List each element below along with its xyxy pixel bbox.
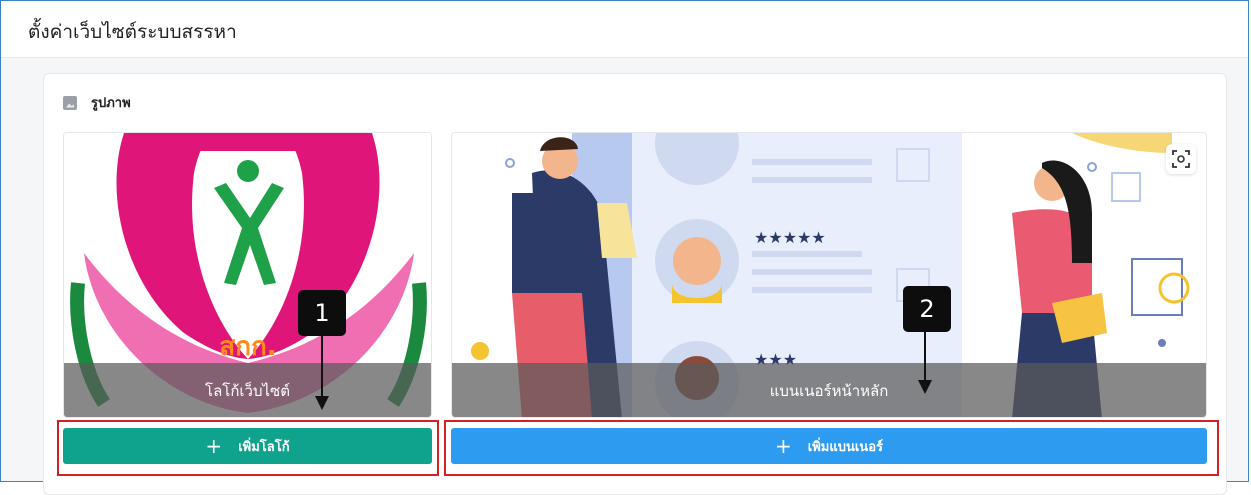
callout-1: 1 xyxy=(298,290,346,336)
arrowhead-2 xyxy=(918,380,932,394)
highlight-box-banner xyxy=(444,420,1219,476)
logo-preview[interactable]: สกก. โลโก้เว็บไซต์ xyxy=(63,132,432,418)
banner-preview[interactable]: ★★★★★ ★★★ แบนเนอร์หน้าหลัก xyxy=(451,132,1207,418)
image-icon xyxy=(63,95,77,110)
section-label: รูปภาพ xyxy=(91,96,131,111)
logo-caption: โลโก้เว็บไซต์ xyxy=(64,363,431,417)
arrow-1 xyxy=(321,336,323,398)
page-title: ตั้งค่าเว็บไซต์ระบบสรรหา xyxy=(28,21,237,43)
banner-caption: แบนเนอร์หน้าหลัก xyxy=(452,363,1206,417)
scan-icon[interactable] xyxy=(1166,144,1196,174)
callout-2: 2 xyxy=(903,286,951,332)
section-header: รูปภาพ xyxy=(63,92,131,113)
arrow-2 xyxy=(924,332,926,382)
logo-text: สกก. xyxy=(219,332,276,362)
page-header: ตั้งค่าเว็บไซต์ระบบสรรหา xyxy=(1,1,1248,58)
arrowhead-1 xyxy=(315,396,329,410)
svg-text:★★★★★: ★★★★★ xyxy=(754,228,826,247)
highlight-box-logo xyxy=(57,420,439,476)
